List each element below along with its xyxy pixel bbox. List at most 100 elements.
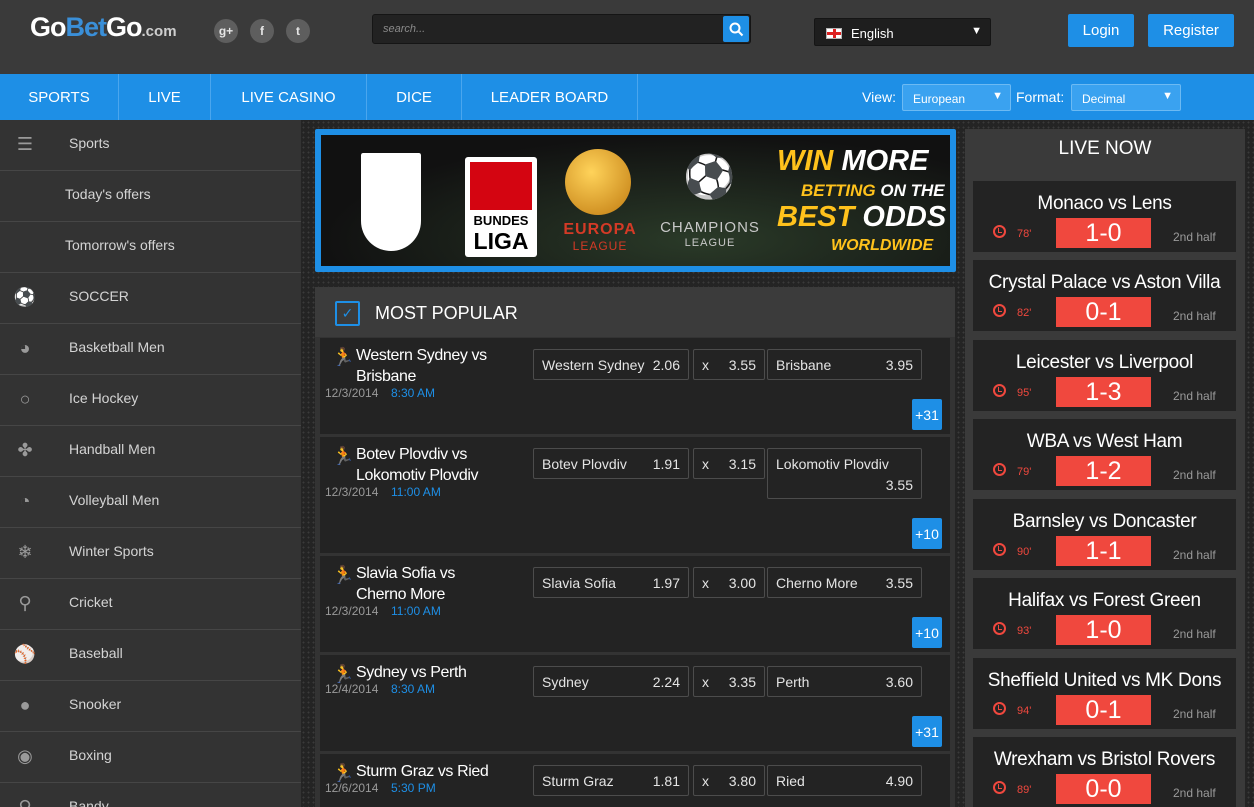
more-markets-button[interactable]: +31 (912, 716, 942, 747)
sidebar-item-label: Volleyball Men (69, 492, 160, 508)
match-time: 5:30 PM (391, 781, 436, 795)
handball-icon: ✤ (17, 439, 33, 460)
sidebar-item-boxing[interactable]: ◉ Boxing (0, 732, 301, 783)
live-game-card[interactable]: WBA vs West Ham 79' 1-2 2nd half (973, 419, 1236, 494)
chevron-down-icon: ▼ (971, 25, 982, 37)
search-input[interactable] (373, 15, 721, 43)
view-select[interactable]: European ▼ (902, 84, 1011, 111)
champions-league-subtext: LEAGUE (684, 237, 736, 249)
odd-away[interactable]: Lokomotiv Plovdiv 3.55 (767, 448, 922, 499)
live-now-title: LIVE NOW (1058, 138, 1152, 159)
nav-live[interactable]: LIVE (119, 74, 211, 120)
sidebar-item-basketball-men[interactable]: ◕ Basketball Men (0, 324, 301, 375)
uk-flag-icon (826, 28, 842, 39)
sidebar-item-cricket[interactable]: ⚲ Cricket (0, 579, 301, 630)
match-name[interactable]: Botev Plovdiv vs Lokomotiv Plovdiv (356, 444, 506, 486)
sidebar-item-label: Sports (69, 135, 110, 151)
sidebar-item-handball-men[interactable]: ✤ Handball Men (0, 426, 301, 477)
google-plus-icon[interactable]: g+ (214, 19, 238, 43)
login-button[interactable]: Login (1068, 14, 1134, 47)
live-game-card[interactable]: Wrexham vs Bristol Rovers 89' 0-0 2nd ha… (973, 737, 1236, 807)
odd-home[interactable]: Sturm Graz 1.81 (533, 765, 689, 796)
sidebar-item-label: Baseball (69, 645, 123, 661)
search-button[interactable] (723, 16, 749, 42)
match-name[interactable]: Sydney vs Perth (356, 662, 506, 683)
nav-leader-board[interactable]: LEADER BOARD (462, 74, 638, 120)
bundesliga-logo: BUNDES LIGA (465, 157, 537, 257)
sidebar-item-snooker[interactable]: ● Snooker (0, 681, 301, 732)
clock-icon (993, 543, 1006, 556)
soccer-ball-icon: ⚽ (13, 286, 37, 307)
sidebar-item-todays-offers[interactable]: Today's offers (0, 171, 301, 222)
facebook-icon[interactable]: f (250, 19, 274, 43)
promo-banner[interactable]: BUNDES LIGA EUROPA LEAGUE ⚽ CHAMPIONS LE… (315, 129, 956, 272)
more-markets-button[interactable]: +31 (912, 399, 942, 430)
live-game-period: 2nd half (1173, 389, 1216, 403)
sidebar-item-volleyball-men[interactable]: ◔ Volleyball Men (0, 477, 301, 528)
clock-icon (993, 225, 1006, 238)
odd-away[interactable]: Perth 3.60 (767, 666, 922, 697)
odd-draw[interactable]: x 3.00 (693, 567, 765, 598)
live-game-period: 2nd half (1173, 627, 1216, 641)
sidebar-item-label: Cricket (69, 594, 113, 610)
more-markets-button[interactable]: +10 (912, 518, 942, 549)
sidebar-item-tomorrows-offers[interactable]: Tomorrow's offers (0, 222, 301, 273)
match-name[interactable]: Slavia Sofia vs Cherno More (356, 563, 506, 605)
banner-headline-3: BEST ODDS (777, 201, 947, 233)
banner-headline-4: WORLDWIDE (831, 237, 934, 254)
live-game-card[interactable]: Crystal Palace vs Aston Villa 82' 0-1 2n… (973, 260, 1236, 335)
match-name[interactable]: Sturm Graz vs Ried (356, 761, 506, 782)
odd-home[interactable]: Western Sydney 2.06 (533, 349, 689, 380)
match-time: 11:00 AM (391, 485, 441, 499)
sidebar-item-label: Ice Hockey (69, 390, 139, 406)
odd-draw[interactable]: x 3.80 (693, 765, 765, 796)
more-markets-button[interactable]: +10 (912, 617, 942, 648)
odd-home[interactable]: Botev Plovdiv 1.91 (533, 448, 689, 479)
clock-icon (993, 781, 1006, 794)
language-select[interactable]: English ▼ (814, 18, 991, 46)
sidebar-item-winter-sports[interactable]: ❄ Winter Sports (0, 528, 301, 579)
banner-headline-1: WIN MORE (777, 145, 929, 177)
register-button[interactable]: Register (1148, 14, 1234, 47)
live-game-card[interactable]: Halifax vs Forest Green 93' 1-0 2nd half (973, 578, 1236, 653)
sidebar-item-sports[interactable]: ☰ Sports (0, 120, 301, 171)
match-row: 🏃 Slavia Sofia vs Cherno More 12/3/2014 … (320, 556, 950, 652)
sidebar-item-baseball[interactable]: ⚾ Baseball (0, 630, 301, 681)
nav-dice[interactable]: DICE (367, 74, 462, 120)
live-game-teams: Halifax vs Forest Green (1008, 590, 1201, 611)
live-now-panel: LIVE NOW Monaco vs Lens 78' 1-0 2nd half… (965, 129, 1245, 807)
odd-draw[interactable]: x 3.15 (693, 448, 765, 479)
clock-icon (993, 463, 1006, 476)
live-game-period: 2nd half (1173, 309, 1216, 323)
most-popular-title: MOST POPULAR (375, 303, 518, 323)
sidebar-item-soccer[interactable]: ⚽ SOCCER (0, 273, 301, 324)
live-game-card[interactable]: Monaco vs Lens 78' 1-0 2nd half (973, 181, 1236, 256)
live-game-card[interactable]: Leicester vs Liverpool 95' 1-3 2nd half (973, 340, 1236, 415)
format-value: Decimal (1082, 92, 1126, 106)
premier-league-logo (361, 153, 421, 251)
sidebar-item-label: Tomorrow's offers (65, 237, 175, 253)
sidebar-item-bandy[interactable]: ⚲ Bandy (0, 783, 301, 807)
format-select[interactable]: Decimal ▼ (1071, 84, 1181, 111)
live-game-card[interactable]: Sheffield United vs MK Dons 94' 0-1 2nd … (973, 658, 1236, 733)
live-game-score: 0-1 (1056, 297, 1151, 327)
odd-home[interactable]: Slavia Sofia 1.97 (533, 567, 689, 598)
match-row: 🏃 Sydney vs Perth 12/4/2014 8:30 AM Sydn… (320, 655, 950, 751)
clock-icon (993, 304, 1006, 317)
nav-sports[interactable]: SPORTS (0, 74, 119, 120)
hockey-icon: ○ (19, 388, 31, 409)
match-name[interactable]: Western Sydney vs Brisbane (356, 345, 506, 387)
champions-league-text: CHAMPIONS (660, 219, 760, 236)
site-logo[interactable]: GoBetGo.com (30, 12, 177, 43)
nav-live-casino[interactable]: LIVE CASINO (211, 74, 367, 120)
live-game-card[interactable]: Barnsley vs Doncaster 90' 1-1 2nd half (973, 499, 1236, 574)
odd-draw[interactable]: x 3.35 (693, 666, 765, 697)
boxing-icon: ◉ (17, 745, 33, 766)
odd-away[interactable]: Ried 4.90 (767, 765, 922, 796)
odd-away[interactable]: Brisbane 3.95 (767, 349, 922, 380)
sidebar-item-ice-hockey[interactable]: ○ Ice Hockey (0, 375, 301, 426)
odd-draw[interactable]: x 3.55 (693, 349, 765, 380)
odd-away[interactable]: Cherno More 3.55 (767, 567, 922, 598)
twitter-icon[interactable]: t (286, 19, 310, 43)
odd-home[interactable]: Sydney 2.24 (533, 666, 689, 697)
